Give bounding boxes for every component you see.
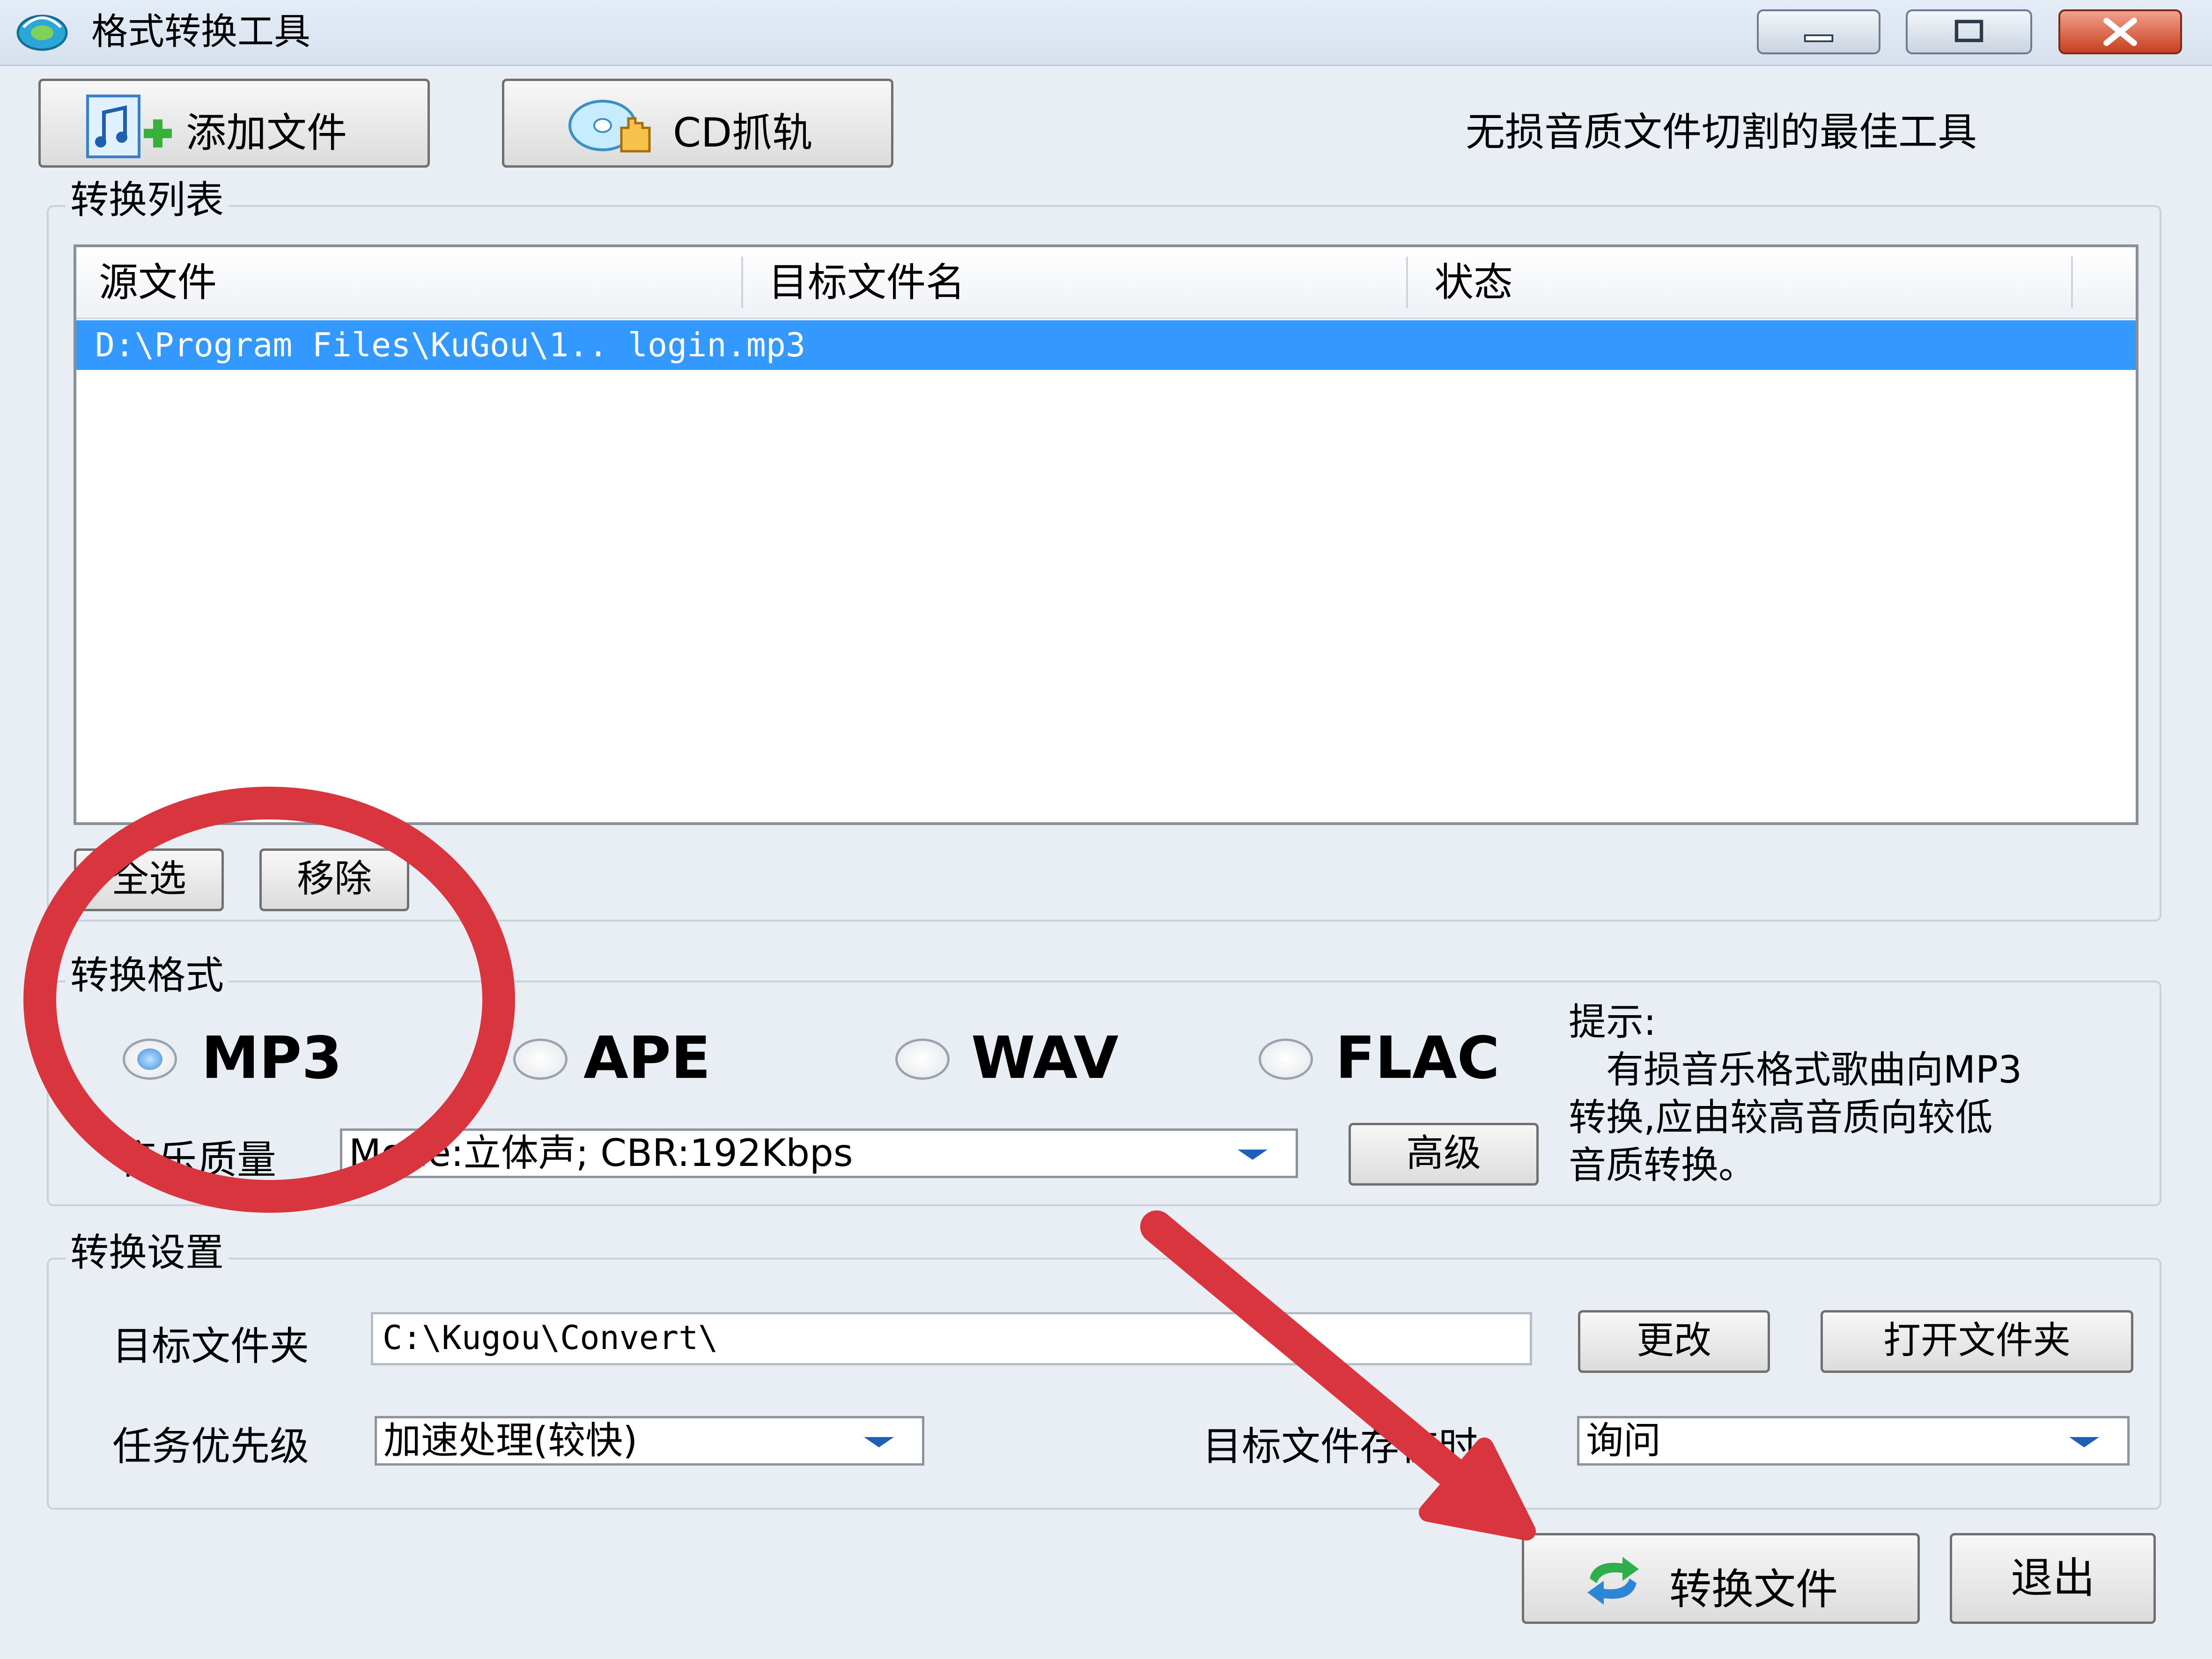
remove-label: 移除 bbox=[297, 857, 372, 900]
close-button[interactable] bbox=[2058, 9, 2182, 54]
convert-file-button[interactable]: 转换文件 bbox=[1522, 1533, 1920, 1624]
priority-value: 加速处理(较快) bbox=[383, 1419, 638, 1462]
target-folder-label: 目标文件夹 bbox=[112, 1323, 310, 1369]
select-all-label: 全选 bbox=[111, 857, 186, 900]
quality-label: 音乐质量 bbox=[119, 1137, 277, 1183]
radio-flac[interactable] bbox=[1259, 1039, 1313, 1080]
remove-button[interactable]: 移除 bbox=[259, 848, 409, 911]
radio-selected-dot bbox=[137, 1048, 162, 1070]
exit-label: 退出 bbox=[2011, 1554, 2095, 1603]
minimize-icon bbox=[1804, 34, 1834, 42]
cd-hand-icon bbox=[568, 100, 651, 153]
title-bar: 格式转换工具 bbox=[0, 0, 2212, 66]
chevron-down-icon bbox=[864, 1437, 894, 1447]
priority-label: 任务优先级 bbox=[112, 1423, 310, 1469]
exists-label: 目标文件存在时 bbox=[1202, 1423, 1478, 1469]
convert-list-title: 转换列表 bbox=[66, 177, 229, 224]
exit-button[interactable]: 退出 bbox=[1950, 1533, 2156, 1624]
file-list[interactable]: 源文件 目标文件名 状态 D:\Program Files\KuGou\1.. … bbox=[74, 244, 2138, 825]
open-folder-label: 打开文件夹 bbox=[1883, 1319, 2071, 1362]
add-music-file-icon bbox=[86, 95, 172, 158]
format-title: 转换格式 bbox=[66, 952, 229, 999]
radio-mp3[interactable] bbox=[123, 1039, 177, 1080]
format-converter-window: 格式转换工具 添加文件 CD抓轨 无损音质文件切割的最佳工具 转换列表 源文件 … bbox=[0, 0, 2212, 1659]
column-status[interactable]: 状态 bbox=[1434, 247, 1513, 317]
open-folder-button[interactable]: 打开文件夹 bbox=[1821, 1310, 2133, 1373]
convert-file-label: 转换文件 bbox=[1669, 1565, 1838, 1614]
tip-title: 提示: bbox=[1569, 1000, 1656, 1044]
radio-wav[interactable] bbox=[895, 1039, 950, 1080]
target-folder-input[interactable]: C:\Kugou\Convert\ bbox=[371, 1312, 1532, 1365]
priority-select[interactable]: 加速处理(较快) bbox=[375, 1416, 924, 1466]
exists-value: 询问 bbox=[1586, 1419, 1661, 1462]
format-mp3-label[interactable]: MP3 bbox=[201, 1025, 342, 1091]
column-source[interactable]: 源文件 bbox=[99, 247, 217, 317]
column-target[interactable]: 目标文件名 bbox=[768, 247, 965, 317]
tip-line-3: 音质转换。 bbox=[1569, 1143, 1756, 1187]
maximize-icon bbox=[1954, 20, 1983, 42]
format-flac-label[interactable]: FLAC bbox=[1335, 1025, 1500, 1091]
cd-rip-label: CD抓轨 bbox=[673, 110, 813, 156]
window-title: 格式转换工具 bbox=[91, 11, 311, 53]
settings-group bbox=[47, 1258, 2161, 1510]
radio-ape[interactable] bbox=[513, 1039, 568, 1080]
file-list-row[interactable]: D:\Program Files\KuGou\1.. login.mp3 bbox=[76, 320, 2136, 370]
advanced-label: 高级 bbox=[1406, 1131, 1481, 1175]
minimize-button[interactable] bbox=[1757, 9, 1880, 54]
add-file-label: 添加文件 bbox=[186, 110, 347, 156]
column-separator bbox=[741, 257, 743, 308]
add-file-button[interactable]: 添加文件 bbox=[38, 79, 430, 168]
cd-rip-button[interactable]: CD抓轨 bbox=[502, 79, 893, 168]
chevron-down-icon bbox=[2069, 1437, 2099, 1447]
row-source-path: D:\Program Files\KuGou\1.. login.mp3 bbox=[95, 326, 806, 364]
maximize-button[interactable] bbox=[1906, 9, 2032, 54]
close-icon bbox=[2103, 17, 2137, 46]
slogan-text: 无损音质文件切割的最佳工具 bbox=[1466, 109, 1977, 155]
change-label: 更改 bbox=[1637, 1319, 1711, 1362]
convert-arrows-icon bbox=[1587, 1557, 1639, 1605]
tip-line-2: 转换,应由较高音质向较低 bbox=[1569, 1096, 1993, 1139]
quality-value: Mode:立体声; CBR:192Kbps bbox=[349, 1131, 853, 1175]
app-icon bbox=[16, 15, 68, 51]
column-separator bbox=[2071, 257, 2073, 308]
file-list-header: 源文件 目标文件名 状态 bbox=[76, 247, 2136, 319]
select-all-button[interactable]: 全选 bbox=[74, 848, 224, 911]
exists-select[interactable]: 询问 bbox=[1577, 1416, 2130, 1466]
advanced-button[interactable]: 高级 bbox=[1349, 1123, 1539, 1186]
chevron-down-icon bbox=[1238, 1150, 1268, 1160]
format-ape-label[interactable]: APE bbox=[583, 1025, 711, 1091]
format-wav-label[interactable]: WAV bbox=[971, 1025, 1119, 1091]
settings-title: 转换设置 bbox=[66, 1230, 229, 1276]
column-separator bbox=[1406, 257, 1408, 308]
quality-select[interactable]: Mode:立体声; CBR:192Kbps bbox=[340, 1128, 1298, 1178]
tip-line-1: 有损音乐格式歌曲向MP3 bbox=[1606, 1048, 2022, 1091]
change-folder-button[interactable]: 更改 bbox=[1578, 1310, 1770, 1373]
